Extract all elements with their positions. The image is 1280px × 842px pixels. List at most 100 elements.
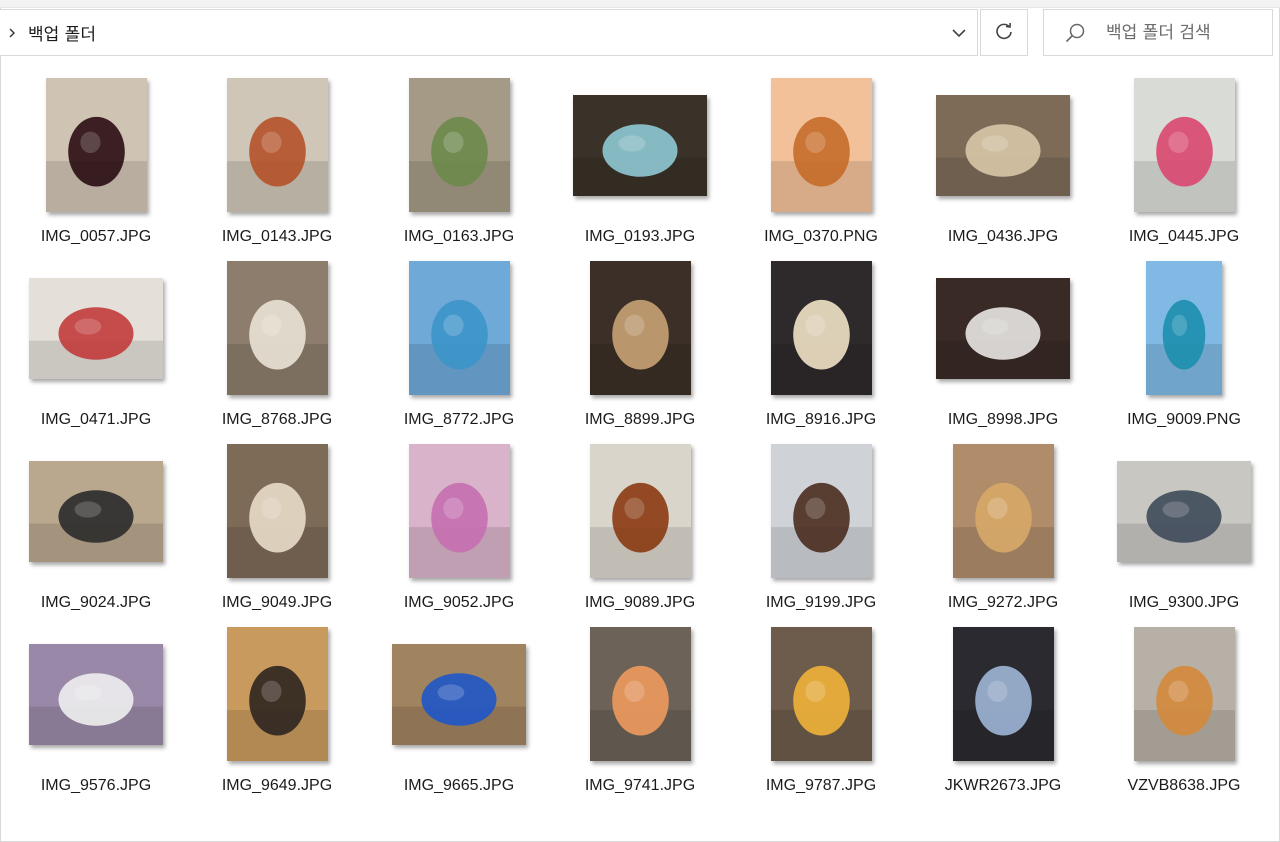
file-name-label[interactable]: IMG_0445.JPG (1093, 228, 1275, 246)
file-name-label[interactable]: IMG_9300.JPG (1093, 594, 1275, 612)
thumbnail-container (5, 619, 187, 769)
file-item[interactable]: IMG_8998.JPG (912, 253, 1094, 436)
file-item[interactable]: IMG_9199.JPG (730, 436, 912, 619)
file-item[interactable]: IMG_0370.PNG (730, 70, 912, 253)
file-item[interactable]: IMG_9665.JPG (368, 619, 550, 802)
file-thumbnail[interactable] (1133, 627, 1235, 761)
file-thumbnail[interactable] (392, 643, 526, 745)
file-thumbnail[interactable] (1117, 460, 1251, 562)
file-name-label[interactable]: IMG_0057.JPG (5, 228, 187, 246)
file-thumbnail[interactable] (952, 444, 1054, 578)
thumbnail-container (912, 70, 1094, 220)
file-item[interactable]: IMG_9649.JPG (186, 619, 368, 802)
file-thumbnail[interactable] (226, 444, 328, 578)
file-thumbnail[interactable] (936, 277, 1070, 379)
thumbnail-container (549, 70, 731, 220)
file-name-label[interactable]: IMG_9024.JPG (5, 594, 187, 612)
file-thumbnail[interactable] (770, 261, 872, 395)
file-name-label[interactable]: IMG_9649.JPG (186, 777, 368, 795)
file-name-label[interactable]: IMG_9052.JPG (368, 594, 550, 612)
file-thumbnail[interactable] (408, 261, 510, 395)
file-name-label[interactable]: IMG_0436.JPG (912, 228, 1094, 246)
refresh-button[interactable] (980, 9, 1028, 56)
address-path[interactable]: 백업 폴더 (24, 20, 941, 45)
file-thumbnail[interactable] (29, 460, 163, 562)
address-bar[interactable]: 백업 폴더 (0, 9, 978, 56)
file-name-label[interactable]: IMG_0143.JPG (186, 228, 368, 246)
file-thumbnail[interactable] (1146, 261, 1222, 395)
file-thumbnail[interactable] (226, 78, 328, 212)
file-name-label[interactable]: IMG_8998.JPG (912, 411, 1094, 429)
file-item[interactable]: VZVB8638.JPG (1093, 619, 1275, 802)
file-thumbnail[interactable] (770, 78, 872, 212)
file-thumbnail[interactable] (29, 643, 163, 745)
thumbnail-container (912, 619, 1094, 769)
file-item[interactable]: IMG_0163.JPG (368, 70, 550, 253)
file-item[interactable]: IMG_8899.JPG (549, 253, 731, 436)
file-item[interactable]: IMG_0193.JPG (549, 70, 731, 253)
file-item[interactable]: IMG_9089.JPG (549, 436, 731, 619)
file-thumbnail[interactable] (29, 277, 163, 379)
file-name-label[interactable]: IMG_9199.JPG (730, 594, 912, 612)
file-thumbnail[interactable] (573, 94, 707, 196)
file-thumbnail[interactable] (226, 627, 328, 761)
file-thumbnail[interactable] (770, 627, 872, 761)
file-name-label[interactable]: IMG_8768.JPG (186, 411, 368, 429)
file-name-label[interactable]: IMG_8899.JPG (549, 411, 731, 429)
thumbnail-container (368, 436, 550, 586)
file-thumbnail[interactable] (936, 94, 1070, 196)
file-item[interactable]: IMG_9741.JPG (549, 619, 731, 802)
file-name-label[interactable]: IMG_9009.PNG (1093, 411, 1275, 429)
file-name-label[interactable]: IMG_9665.JPG (368, 777, 550, 795)
file-name-label[interactable]: IMG_8772.JPG (368, 411, 550, 429)
file-name-label[interactable]: IMG_9787.JPG (730, 777, 912, 795)
file-thumbnail[interactable] (226, 261, 328, 395)
search-box[interactable] (1043, 9, 1273, 56)
file-thumbnail[interactable] (770, 444, 872, 578)
file-item[interactable]: IMG_0471.JPG (5, 253, 187, 436)
file-item[interactable]: IMG_8916.JPG (730, 253, 912, 436)
file-item[interactable]: IMG_9024.JPG (5, 436, 187, 619)
file-name-label[interactable]: IMG_9576.JPG (5, 777, 187, 795)
file-item[interactable]: IMG_9300.JPG (1093, 436, 1275, 619)
file-thumbnail[interactable] (952, 627, 1054, 761)
file-item[interactable]: IMG_9787.JPG (730, 619, 912, 802)
file-name-label[interactable]: VZVB8638.JPG (1093, 777, 1275, 795)
file-thumbnail[interactable] (408, 444, 510, 578)
search-input[interactable] (1106, 22, 1266, 43)
file-item[interactable]: JKWR2673.JPG (912, 619, 1094, 802)
file-item[interactable]: IMG_0445.JPG (1093, 70, 1275, 253)
chevron-right-icon[interactable] (0, 9, 24, 56)
file-name-label[interactable]: IMG_9272.JPG (912, 594, 1094, 612)
file-thumbnail[interactable] (408, 78, 510, 212)
file-item[interactable]: IMG_9272.JPG (912, 436, 1094, 619)
file-name-label[interactable]: IMG_0370.PNG (730, 228, 912, 246)
file-item[interactable]: IMG_9576.JPG (5, 619, 187, 802)
thumbnail-container (368, 253, 550, 403)
file-item[interactable]: IMG_9009.PNG (1093, 253, 1275, 436)
thumbnail-container (186, 253, 368, 403)
file-name-label[interactable]: IMG_8916.JPG (730, 411, 912, 429)
file-thumbnail[interactable] (589, 627, 691, 761)
thumbnail-container (549, 436, 731, 586)
file-name-label[interactable]: JKWR2673.JPG (912, 777, 1094, 795)
file-name-label[interactable]: IMG_0471.JPG (5, 411, 187, 429)
file-thumbnail[interactable] (45, 78, 147, 212)
file-item[interactable]: IMG_9049.JPG (186, 436, 368, 619)
file-name-label[interactable]: IMG_9049.JPG (186, 594, 368, 612)
file-name-label[interactable]: IMG_0193.JPG (549, 228, 731, 246)
file-thumbnail[interactable] (589, 261, 691, 395)
file-item[interactable]: IMG_0436.JPG (912, 70, 1094, 253)
chevron-down-icon[interactable] (941, 9, 977, 56)
file-thumbnail[interactable] (589, 444, 691, 578)
file-name-label[interactable]: IMG_9089.JPG (549, 594, 731, 612)
file-name-label[interactable]: IMG_9741.JPG (549, 777, 731, 795)
file-item[interactable]: IMG_9052.JPG (368, 436, 550, 619)
file-item[interactable]: IMG_0143.JPG (186, 70, 368, 253)
file-item[interactable]: IMG_8772.JPG (368, 253, 550, 436)
file-name-label[interactable]: IMG_0163.JPG (368, 228, 550, 246)
file-item[interactable]: IMG_8768.JPG (186, 253, 368, 436)
file-thumbnail[interactable] (1133, 78, 1235, 212)
file-item[interactable]: IMG_0057.JPG (5, 70, 187, 253)
thumbnail-container (1093, 619, 1275, 769)
